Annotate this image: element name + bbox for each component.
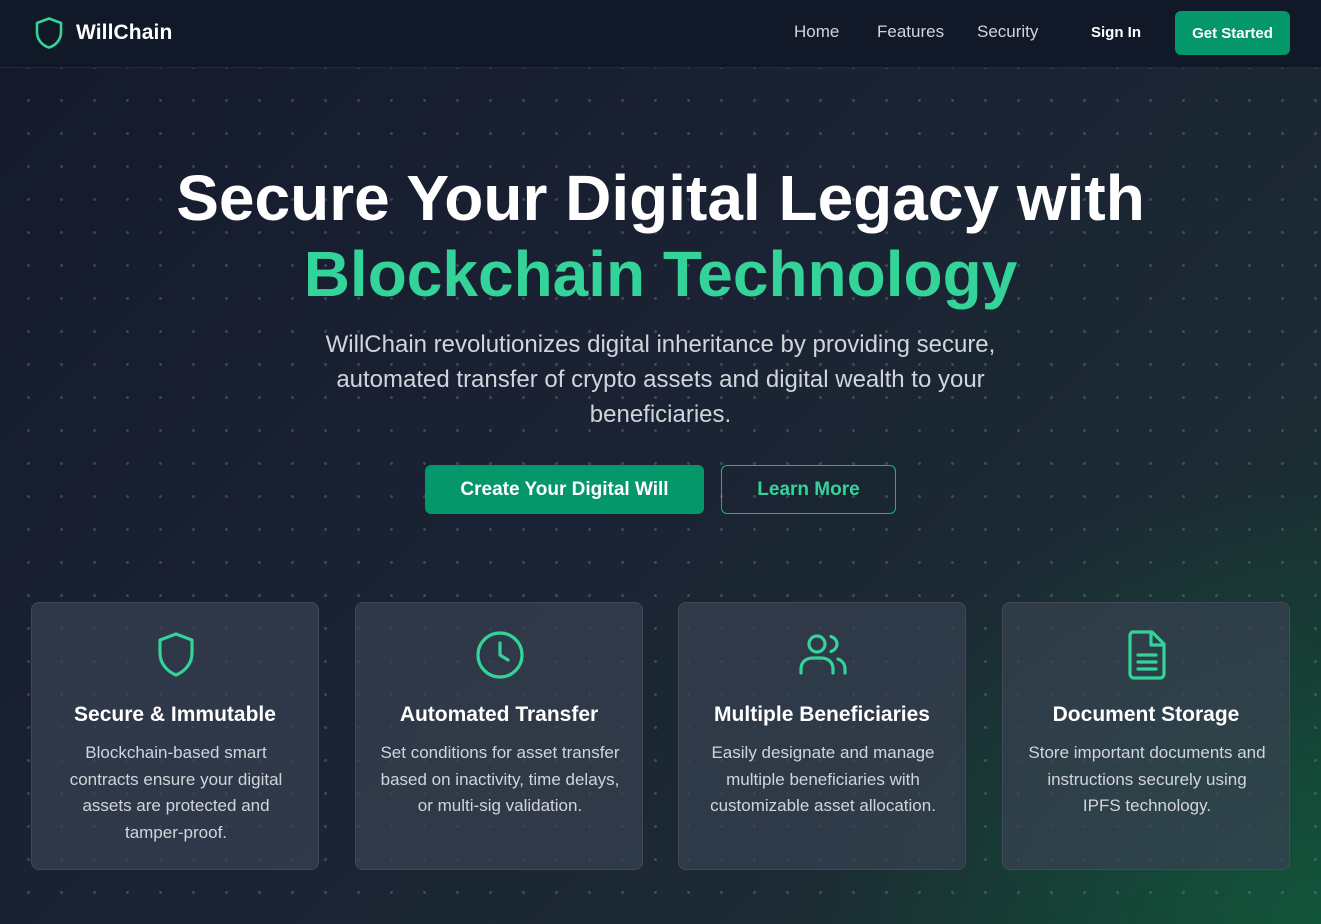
document-icon: [1122, 629, 1172, 681]
feature-description: Store important documents and instructio…: [1028, 743, 1266, 815]
feature-description: Blockchain-based smart contracts ensure …: [69, 743, 283, 842]
learn-more-button[interactable]: Learn More: [721, 465, 896, 514]
feature-card-automated: Automated Transfer Set conditions for as…: [355, 602, 643, 870]
shield-icon: [151, 629, 201, 681]
feature-title: Document Storage: [1052, 703, 1240, 726]
nav-link-security[interactable]: Security: [977, 22, 1038, 42]
feature-card-secure: Secure & Immutable Blockchain-based smar…: [31, 602, 319, 870]
hero-subtitle: WillChain revolutionizes digital inherit…: [325, 331, 996, 428]
feature-card-documents: Document Storage Store important documen…: [1002, 602, 1290, 870]
clock-icon: [475, 629, 525, 681]
feature-title: Secure & Immutable: [74, 703, 276, 726]
hero-title-line1: Secure Your Digital Legacy with: [176, 162, 1145, 234]
shield-icon: [35, 17, 63, 49]
nav-link-features[interactable]: Features: [877, 22, 944, 42]
brand-logo[interactable]: WillChain: [34, 16, 172, 50]
create-will-button[interactable]: Create Your Digital Will: [425, 465, 704, 514]
feature-description: Easily designate and manage multiple ben…: [710, 743, 936, 815]
feature-title: Multiple Beneficiaries: [714, 703, 930, 726]
feature-card-beneficiaries: Multiple Beneficiaries Easily designate …: [678, 602, 966, 870]
hero-title-highlight: Blockchain Technology: [303, 238, 1018, 310]
brand-name: WillChain: [76, 21, 173, 44]
users-icon: [798, 629, 848, 681]
feature-description: Set conditions for asset transfer based …: [380, 743, 620, 815]
feature-title: Automated Transfer: [399, 703, 599, 726]
nav-link-home[interactable]: Home: [794, 22, 839, 42]
hero-title: Secure Your Digital Legacy with Blockcha…: [0, 160, 1321, 312]
sign-in-link[interactable]: Sign In: [1091, 24, 1141, 41]
top-navbar: WillChain Home Features Security Sign In…: [0, 0, 1321, 68]
get-started-button[interactable]: Get Started: [1175, 11, 1290, 55]
